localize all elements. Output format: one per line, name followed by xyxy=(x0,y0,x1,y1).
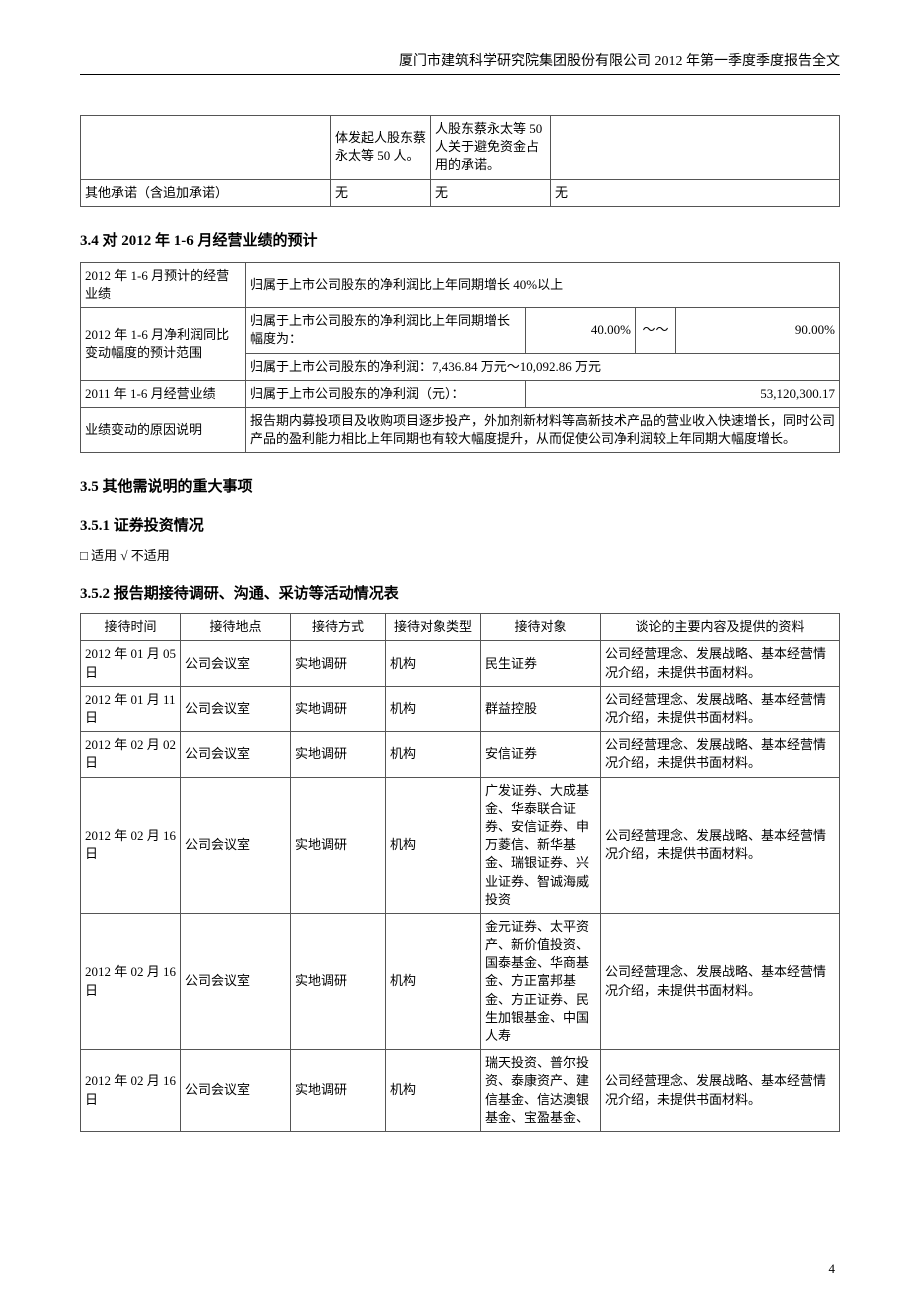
cell: 实地调研 xyxy=(291,1050,386,1132)
cell: 公司会议室 xyxy=(181,732,291,777)
cell xyxy=(81,116,331,180)
cell: 实地调研 xyxy=(291,732,386,777)
cell: 金元证券、太平资产、新价值投资、国泰基金、华商基金、方正富邦基金、方正证券、民生… xyxy=(481,913,601,1049)
cell: 2012 年 02 月 16日 xyxy=(81,1050,181,1132)
cell: 人股东蔡永太等 50 人关于避免资金占用的承诺。 xyxy=(431,116,551,180)
col-header: 接待地点 xyxy=(181,614,291,641)
page-number: 4 xyxy=(829,1261,836,1277)
table-row: 2012 年 01 月 11日 公司会议室 实地调研 机构 群益控股 公司经营理… xyxy=(81,686,840,731)
cell: 实地调研 xyxy=(291,777,386,913)
col-header: 接待对象 xyxy=(481,614,601,641)
table-row: 2012 年 01 月 05日 公司会议室 实地调研 机构 民生证券 公司经营理… xyxy=(81,641,840,686)
cell: 公司经营理念、发展战略、基本经营情况介绍，未提供书面材料。 xyxy=(601,1050,840,1132)
cell: 2012 年 02 月 02日 xyxy=(81,732,181,777)
cell: 2011 年 1-6 月经营业绩 xyxy=(81,380,246,407)
reception-table: 接待时间 接待地点 接待方式 接待对象类型 接待对象 谈论的主要内容及提供的资料… xyxy=(80,613,840,1132)
cell: 公司会议室 xyxy=(181,913,291,1049)
cell: 公司会议室 xyxy=(181,686,291,731)
cell: 业绩变动的原因说明 xyxy=(81,407,246,452)
section-3-5-1-heading: 3.5.1 证券投资情况 xyxy=(80,514,840,535)
section-3-5-2-heading: 3.5.2 报告期接待调研、沟通、采访等活动情况表 xyxy=(80,582,840,603)
cell: 2012 年 1-6 月预计的经营业绩 xyxy=(81,262,246,307)
col-header: 接待时间 xyxy=(81,614,181,641)
cell: 实地调研 xyxy=(291,641,386,686)
cell: 2012 年 02 月 16日 xyxy=(81,777,181,913)
cell xyxy=(551,116,840,180)
table-row: 2012 年 02 月 02日 公司会议室 实地调研 机构 安信证券 公司经营理… xyxy=(81,732,840,777)
cell: 广发证券、大成基金、华泰联合证券、安信证券、申万菱信、新华基金、瑞银证券、兴业证… xyxy=(481,777,601,913)
col-header: 接待对象类型 xyxy=(386,614,481,641)
cell: 机构 xyxy=(386,913,481,1049)
cell: 安信证券 xyxy=(481,732,601,777)
cell: 53,120,300.17 xyxy=(526,380,840,407)
cell: 90.00% xyxy=(676,308,840,353)
col-header: 谈论的主要内容及提供的资料 xyxy=(601,614,840,641)
cell: 机构 xyxy=(386,777,481,913)
cell: 归属于上市公司股东的净利润比上年同期增长幅度为： xyxy=(246,308,526,353)
table-row: 2012 年 02 月 16日 公司会议室 实地调研 机构 广发证券、大成基金、… xyxy=(81,777,840,913)
cell: 2012 年 02 月 16日 xyxy=(81,913,181,1049)
cell: ～～ xyxy=(636,308,676,353)
cell: 公司经营理念、发展战略、基本经营情况介绍，未提供书面材料。 xyxy=(601,777,840,913)
cell: 公司经营理念、发展战略、基本经营情况介绍，未提供书面材料。 xyxy=(601,686,840,731)
cell: 公司会议室 xyxy=(181,641,291,686)
cell: 体发起人股东蔡永太等 50 人。 xyxy=(331,116,431,180)
cell: 实地调研 xyxy=(291,686,386,731)
cell: 群益控股 xyxy=(481,686,601,731)
cell: 无 xyxy=(551,179,840,206)
cell: 公司经营理念、发展战略、基本经营情况介绍，未提供书面材料。 xyxy=(601,913,840,1049)
cell: 民生证券 xyxy=(481,641,601,686)
commitments-table: 体发起人股东蔡永太等 50 人。 人股东蔡永太等 50 人关于避免资金占用的承诺… xyxy=(80,115,840,207)
cell: 瑞天投资、普尔投资、泰康资产、建信基金、信达澳银基金、宝盈基金、 xyxy=(481,1050,601,1132)
cell: 机构 xyxy=(386,641,481,686)
cell: 40.00% xyxy=(526,308,636,353)
forecast-table: 2012 年 1-6 月预计的经营业绩 归属于上市公司股东的净利润比上年同期增长… xyxy=(80,262,840,454)
cell: 归属于上市公司股东的净利润：7,436.84 万元～10,092.86 万元 xyxy=(246,353,840,380)
table-row: 2012 年 02 月 16日 公司会议室 实地调研 机构 金元证券、太平资产、… xyxy=(81,913,840,1049)
cell: 归属于上市公司股东的净利润（元）： xyxy=(246,380,526,407)
cell: 公司经营理念、发展战略、基本经营情况介绍，未提供书面材料。 xyxy=(601,641,840,686)
cell: 报告期内募投项目及收购项目逐步投产，外加剂新材料等高新技术产品的营业收入快速增长… xyxy=(246,407,840,452)
col-header: 接待方式 xyxy=(291,614,386,641)
cell: 公司会议室 xyxy=(181,777,291,913)
cell: 归属于上市公司股东的净利润比上年同期增长 40%以上 xyxy=(246,262,840,307)
applicability-note: □ 适用 √ 不适用 xyxy=(80,545,840,564)
table-header-row: 接待时间 接待地点 接待方式 接待对象类型 接待对象 谈论的主要内容及提供的资料 xyxy=(81,614,840,641)
cell: 公司会议室 xyxy=(181,1050,291,1132)
cell: 2012 年 1-6 月净利润同比变动幅度的预计范围 xyxy=(81,308,246,381)
cell: 机构 xyxy=(386,1050,481,1132)
cell: 实地调研 xyxy=(291,913,386,1049)
section-3-4-heading: 3.4 对 2012 年 1-6 月经营业绩的预计 xyxy=(80,229,840,250)
cell: 无 xyxy=(431,179,551,206)
cell: 无 xyxy=(331,179,431,206)
page-header: 厦门市建筑科学研究院集团股份有限公司 2012 年第一季度季度报告全文 xyxy=(80,50,840,75)
cell: 其他承诺（含追加承诺） xyxy=(81,179,331,206)
cell: 机构 xyxy=(386,732,481,777)
cell: 2012 年 01 月 05日 xyxy=(81,641,181,686)
cell: 公司经营理念、发展战略、基本经营情况介绍，未提供书面材料。 xyxy=(601,732,840,777)
table-row: 2012 年 02 月 16日 公司会议室 实地调研 机构 瑞天投资、普尔投资、… xyxy=(81,1050,840,1132)
section-3-5-heading: 3.5 其他需说明的重大事项 xyxy=(80,475,840,496)
cell: 机构 xyxy=(386,686,481,731)
cell: 2012 年 01 月 11日 xyxy=(81,686,181,731)
